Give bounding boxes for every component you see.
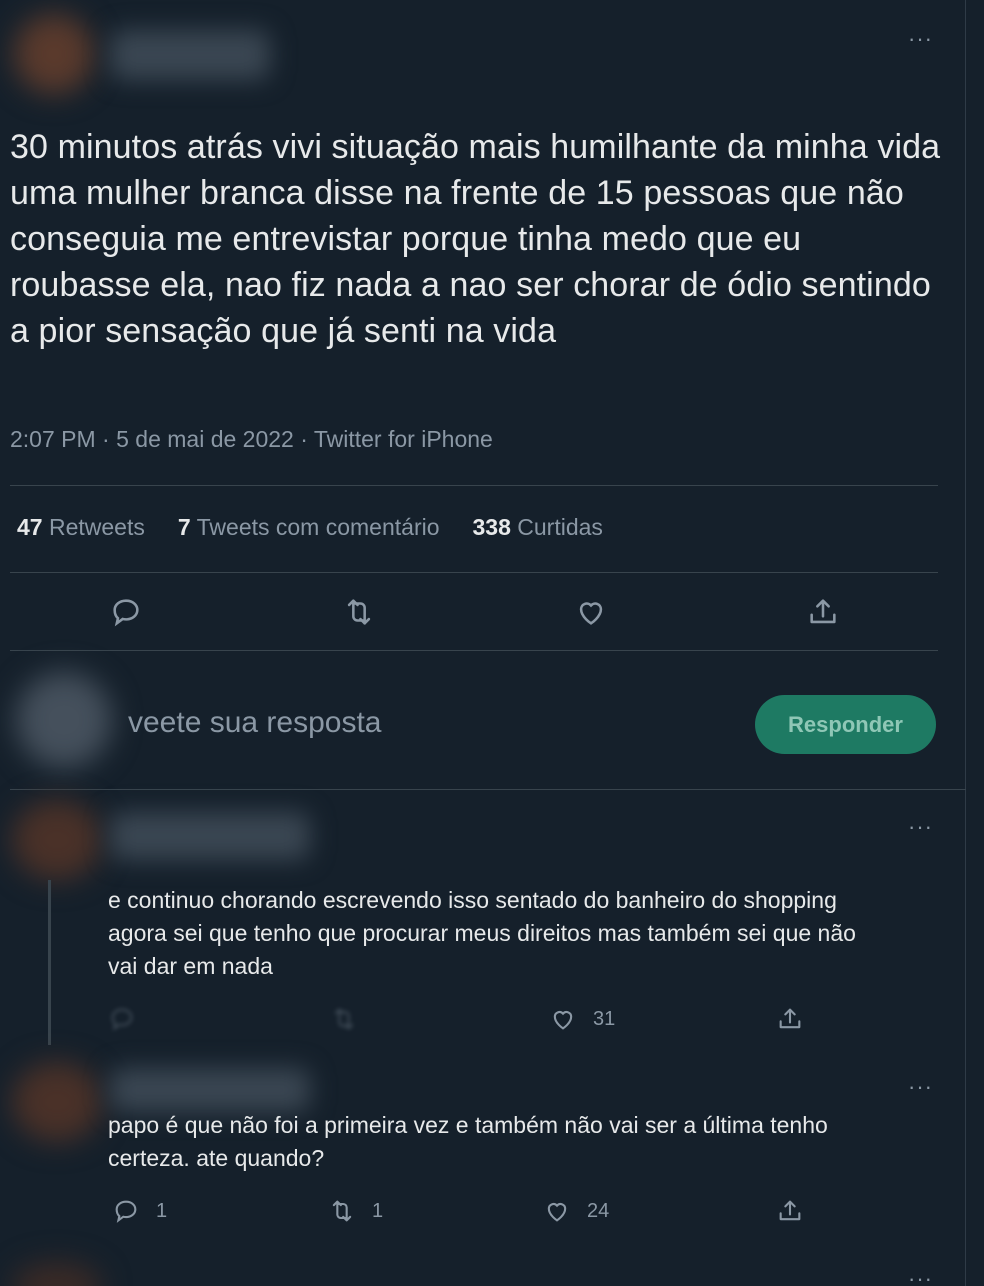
like-icon <box>547 1203 567 1222</box>
quotes-count: 7 <box>177 514 191 540</box>
reply-text: e continuo chorando escrevendo isso sent… <box>108 884 856 983</box>
like-button[interactable]: 24 <box>543 1197 609 1225</box>
user-avatar[interactable] <box>16 672 112 768</box>
more-options-icon[interactable]: ··· <box>908 1076 933 1098</box>
more-options-icon[interactable]: ··· <box>908 28 933 50</box>
retweet-button[interactable] <box>330 1005 374 1033</box>
tweet-meta[interactable]: 2:07 PM · 5 de mai de 2022 · Twitter for… <box>10 426 493 453</box>
reply-icon <box>113 599 139 627</box>
reply-icon <box>115 1200 137 1223</box>
share-button[interactable] <box>803 592 843 632</box>
reply-text-line: e continuo chorando escrevendo isso sent… <box>108 887 837 913</box>
retweet-button[interactable] <box>339 592 379 632</box>
author-avatar[interactable] <box>14 14 94 94</box>
tweet-text: 30 minutos atrás vivi situação mais humi… <box>10 128 941 350</box>
reply-author-name[interactable] <box>110 1068 310 1112</box>
reply-button[interactable] <box>106 592 146 632</box>
author-name[interactable] <box>110 30 270 80</box>
column-border <box>965 0 966 1286</box>
reply-icon <box>111 1008 133 1031</box>
likes-count: 338 <box>472 514 511 540</box>
divider <box>10 789 966 790</box>
share-icon <box>810 599 836 624</box>
reply-count: 1 <box>156 1199 168 1222</box>
like-button[interactable]: 31 <box>549 1005 615 1033</box>
retweet-icon <box>347 599 371 625</box>
retweet-count: 1 <box>372 1199 384 1222</box>
retweet-icon <box>332 1200 352 1222</box>
likes-stat[interactable]: 338 Curtidas <box>473 514 603 541</box>
reply-avatar[interactable] <box>12 1262 102 1286</box>
reply-text-line: agora sei que tenho que procurar meus di… <box>108 920 856 946</box>
retweet-icon <box>334 1008 354 1030</box>
divider <box>10 650 938 651</box>
divider <box>10 485 938 486</box>
like-icon <box>579 602 603 625</box>
likes-label: Curtidas <box>517 514 603 540</box>
share-button[interactable] <box>776 1005 820 1033</box>
tweet-stats: 47 Retweets 7 Tweets com comentário 338 … <box>17 514 636 541</box>
reply-text-line: certeza. ate quando? <box>108 1145 325 1171</box>
retweet-button[interactable]: 1 <box>328 1197 383 1225</box>
more-options-icon[interactable]: ··· <box>908 816 933 838</box>
reply-text-line: vai dar em nada <box>108 953 273 979</box>
like-count: 31 <box>593 1007 616 1030</box>
reply-text-line: papo é que não foi a primeira vez e tamb… <box>108 1112 828 1138</box>
like-button[interactable] <box>571 592 611 632</box>
reply-avatar[interactable] <box>12 800 102 880</box>
like-count: 24 <box>587 1199 610 1222</box>
share-button[interactable] <box>776 1197 820 1225</box>
reply-author-name[interactable] <box>110 812 310 860</box>
quotes-stat[interactable]: 7 Tweets com comentário <box>178 514 440 541</box>
reply-input[interactable]: veete sua resposta <box>128 706 382 740</box>
reply-submit-button[interactable]: Responder <box>755 695 936 754</box>
retweets-label: Retweets <box>48 514 145 540</box>
reply-avatar[interactable] <box>12 1062 102 1142</box>
retweets-count: 47 <box>17 514 43 540</box>
thread-line <box>48 880 51 1045</box>
quotes-label: Tweets com comentário <box>196 514 440 540</box>
reply-button[interactable]: 1 <box>112 1197 167 1225</box>
share-icon <box>779 1200 801 1221</box>
divider <box>10 572 938 573</box>
more-options-icon[interactable]: ··· <box>908 1268 933 1286</box>
reply-button[interactable] <box>108 1005 152 1033</box>
reply-text: papo é que não foi a primeira vez e tamb… <box>108 1109 828 1175</box>
like-icon <box>553 1011 573 1030</box>
retweets-stat[interactable]: 47 Retweets <box>17 514 145 541</box>
share-icon <box>779 1008 801 1029</box>
